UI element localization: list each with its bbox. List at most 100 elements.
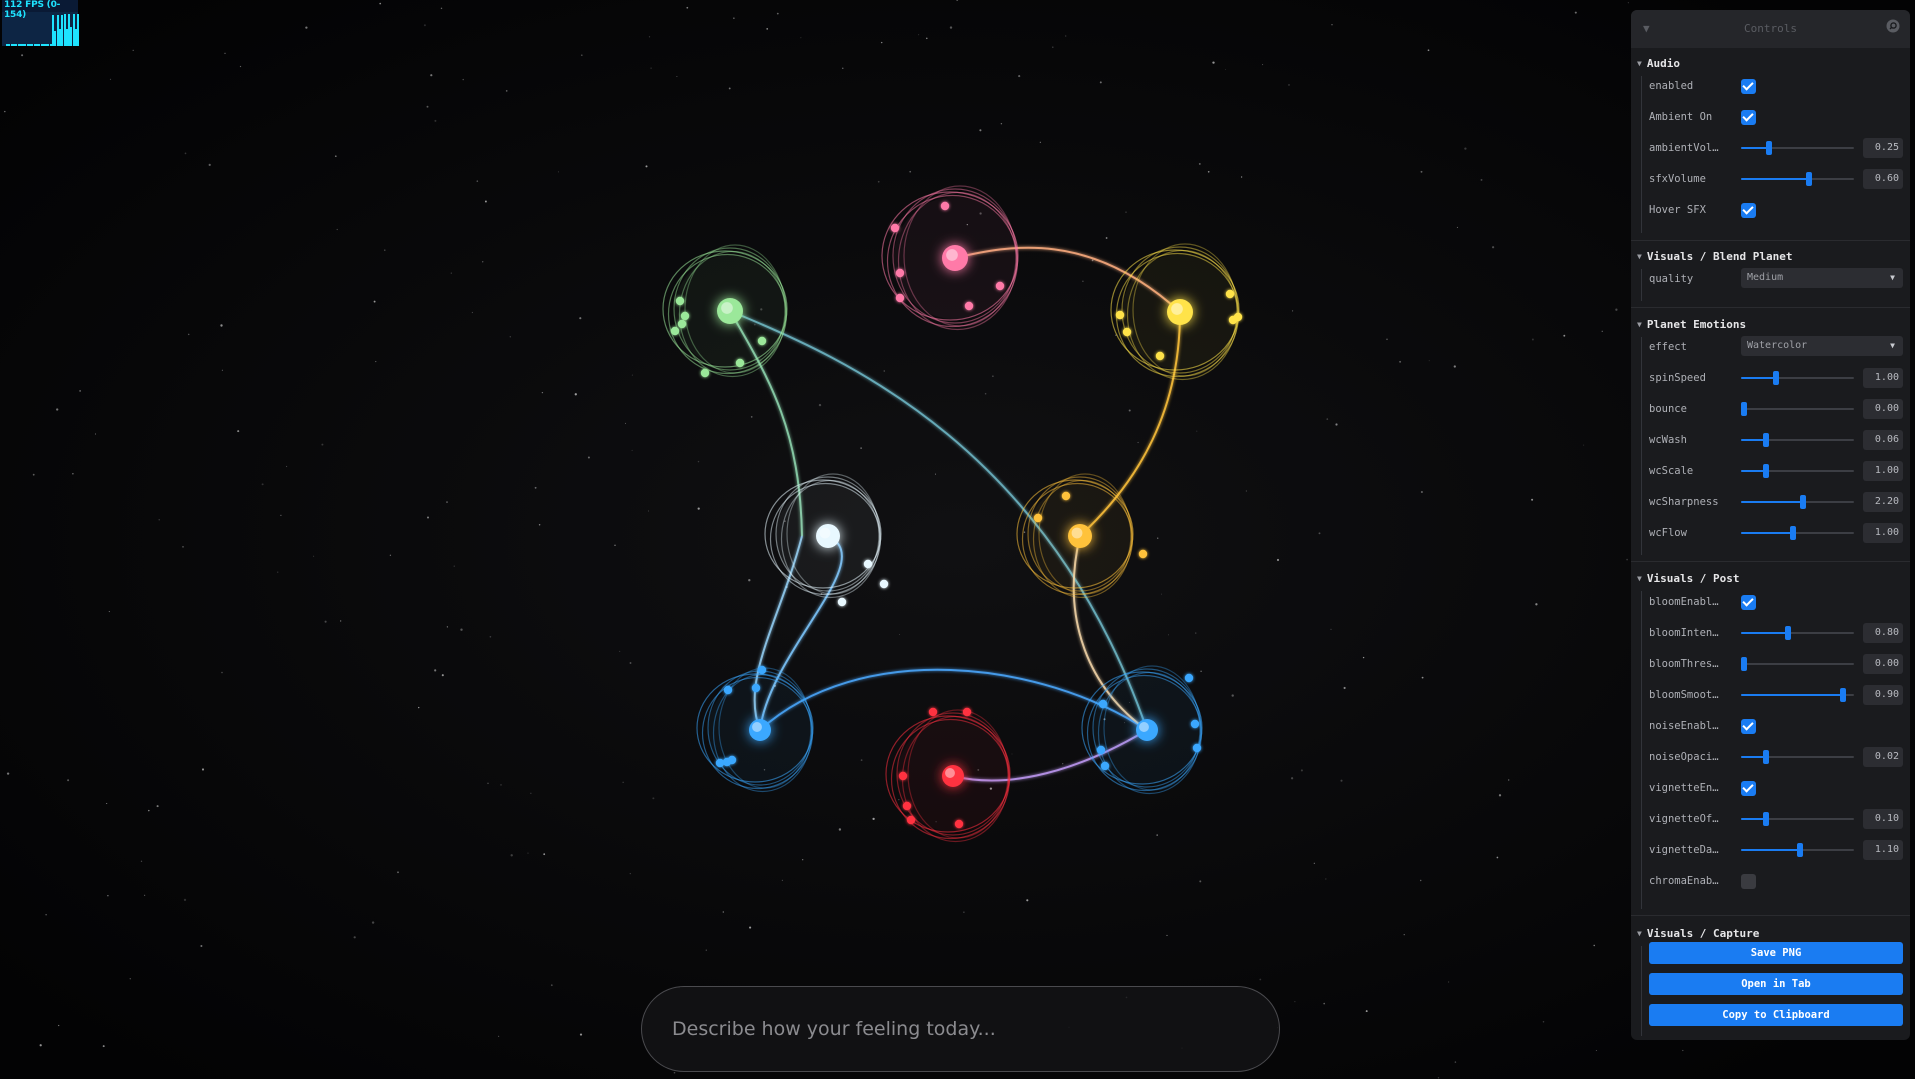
vignette-offset-value[interactable]: 0.10: [1863, 809, 1903, 829]
folder-audio[interactable]: ▼ Audio: [1637, 57, 1680, 70]
hover-sfx-checkbox[interactable]: [1741, 203, 1756, 218]
moon[interactable]: [863, 559, 873, 569]
moon[interactable]: [1155, 351, 1165, 361]
moon[interactable]: [1228, 315, 1238, 325]
moon[interactable]: [890, 223, 900, 233]
wc-flow-value[interactable]: 1.00: [1863, 523, 1903, 543]
moon[interactable]: [895, 293, 905, 303]
moon[interactable]: [898, 771, 908, 781]
wc-sharpness-value[interactable]: 2.20: [1863, 492, 1903, 512]
slider-thumb[interactable]: [1762, 433, 1769, 447]
moon[interactable]: [895, 268, 905, 278]
folder-blend-planet[interactable]: ▼ Visuals / Blend Planet: [1637, 250, 1793, 263]
moon[interactable]: [700, 368, 710, 378]
noise-enabled-checkbox[interactable]: [1741, 719, 1756, 734]
ambient-volume-slider[interactable]: [1741, 141, 1854, 155]
slider-thumb[interactable]: [1800, 495, 1807, 509]
vignette-offset-slider[interactable]: [1741, 812, 1854, 826]
vignette-darkness-slider[interactable]: [1741, 843, 1854, 857]
moon[interactable]: [928, 707, 938, 717]
wc-flow-slider[interactable]: [1741, 526, 1854, 540]
moon[interactable]: [879, 579, 889, 589]
moon[interactable]: [735, 358, 745, 368]
slider-thumb[interactable]: [1762, 750, 1769, 764]
moon[interactable]: [1225, 289, 1235, 299]
moon[interactable]: [723, 685, 733, 695]
moon[interactable]: [1098, 699, 1108, 709]
bounce-value[interactable]: 0.00: [1863, 399, 1903, 419]
slider-thumb[interactable]: [1741, 657, 1747, 671]
moon[interactable]: [837, 597, 847, 607]
moon[interactable]: [680, 311, 690, 321]
folder-post[interactable]: ▼ Visuals / Post: [1637, 572, 1740, 585]
moon[interactable]: [906, 815, 916, 825]
fps-meter[interactable]: 112 FPS (0-154): [2, 0, 80, 46]
moon[interactable]: [677, 319, 687, 329]
slider-thumb[interactable]: [1762, 812, 1769, 826]
moon[interactable]: [902, 801, 912, 811]
noise-opacity-value[interactable]: 0.02: [1863, 747, 1903, 767]
moon[interactable]: [1115, 310, 1125, 320]
moon[interactable]: [1190, 719, 1200, 729]
folder-capture[interactable]: ▼ Visuals / Capture: [1637, 927, 1759, 940]
bloom-smoothing-value[interactable]: 0.90: [1863, 685, 1903, 705]
slider-thumb[interactable]: [1789, 526, 1796, 540]
slider-thumb[interactable]: [1766, 141, 1773, 155]
copy-to-clipboard-button[interactable]: Copy to Clipboard: [1649, 1004, 1903, 1026]
bloom-intensity-value[interactable]: 0.80: [1863, 623, 1903, 643]
moon[interactable]: [1122, 327, 1132, 337]
folder-planet-emotions[interactable]: ▼ Planet Emotions: [1637, 318, 1746, 331]
emotion-planet-scene[interactable]: [0, 0, 1915, 1079]
open-in-tab-button[interactable]: Open in Tab: [1649, 973, 1903, 995]
moon[interactable]: [757, 336, 767, 346]
moon[interactable]: [1061, 491, 1071, 501]
bloom-threshold-slider[interactable]: [1741, 657, 1854, 671]
ambient-on-checkbox[interactable]: [1741, 110, 1756, 125]
moon[interactable]: [995, 281, 1005, 291]
wc-scale-value[interactable]: 1.00: [1863, 461, 1903, 481]
moon[interactable]: [1033, 513, 1043, 523]
bloom-smoothing-slider[interactable]: [1741, 688, 1854, 702]
slider-thumb[interactable]: [1839, 688, 1846, 702]
moon[interactable]: [670, 326, 680, 336]
slider-thumb[interactable]: [1805, 172, 1812, 186]
controls-header[interactable]: ▼ Controls: [1631, 10, 1910, 48]
slider-thumb[interactable]: [1785, 626, 1792, 640]
feeling-input[interactable]: [670, 1009, 1234, 1049]
moon[interactable]: [962, 707, 972, 717]
bloom-threshold-value[interactable]: 0.00: [1863, 654, 1903, 674]
vignette-enabled-checkbox[interactable]: [1741, 781, 1756, 796]
bloom-intensity-slider[interactable]: [1741, 626, 1854, 640]
effect-select[interactable]: Watercolor ▼: [1741, 336, 1903, 356]
spin-speed-slider[interactable]: [1741, 371, 1854, 385]
noise-opacity-slider[interactable]: [1741, 750, 1854, 764]
moon[interactable]: [715, 758, 725, 768]
search-icon[interactable]: [1886, 19, 1900, 36]
slider-thumb[interactable]: [1741, 402, 1747, 416]
moon[interactable]: [1100, 761, 1110, 771]
moon[interactable]: [1138, 549, 1148, 559]
moon[interactable]: [727, 755, 737, 765]
slider-thumb[interactable]: [1762, 464, 1769, 478]
bounce-slider[interactable]: [1741, 402, 1854, 416]
chroma-enabled-checkbox[interactable]: [1741, 874, 1756, 889]
moon[interactable]: [1192, 743, 1202, 753]
wc-sharpness-slider[interactable]: [1741, 495, 1854, 509]
enabled-checkbox[interactable]: [1741, 79, 1756, 94]
moon[interactable]: [1096, 745, 1106, 755]
wc-wash-value[interactable]: 0.06: [1863, 430, 1903, 450]
moon[interactable]: [1184, 673, 1194, 683]
moon[interactable]: [954, 819, 964, 829]
wc-scale-slider[interactable]: [1741, 464, 1854, 478]
moon[interactable]: [964, 301, 974, 311]
moon[interactable]: [675, 296, 685, 306]
sfx-volume-slider[interactable]: [1741, 172, 1854, 186]
save-png-button[interactable]: Save PNG: [1649, 942, 1903, 964]
slider-thumb[interactable]: [1773, 371, 1780, 385]
spin-speed-value[interactable]: 1.00: [1863, 368, 1903, 388]
moon[interactable]: [940, 201, 950, 211]
moon[interactable]: [757, 665, 767, 675]
vignette-darkness-value[interactable]: 1.10: [1863, 840, 1903, 860]
sfx-volume-value[interactable]: 0.60: [1863, 169, 1903, 189]
slider-thumb[interactable]: [1796, 843, 1803, 857]
